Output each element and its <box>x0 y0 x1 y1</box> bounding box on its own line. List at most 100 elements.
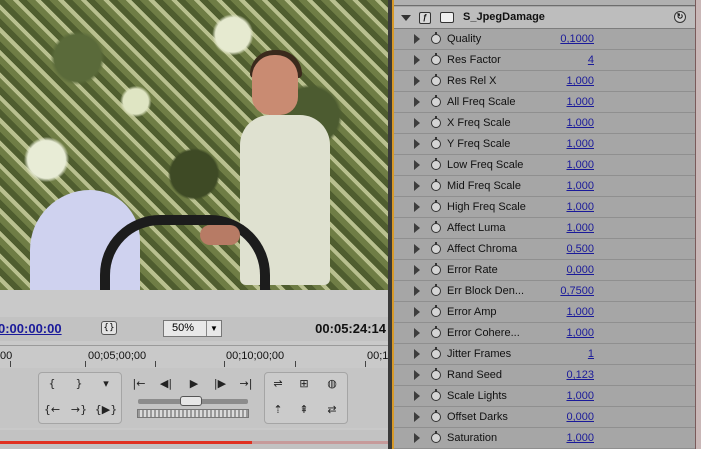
loop-icon[interactable]: ⇌ <box>266 374 290 394</box>
expand-triangle-icon[interactable] <box>414 391 420 401</box>
stopwatch-icon[interactable] <box>431 242 441 254</box>
lift-icon[interactable]: ⇡ <box>266 400 290 420</box>
expand-triangle-icon[interactable] <box>414 286 420 296</box>
param-value[interactable]: 1,000 <box>536 138 594 150</box>
param-value[interactable]: 1,000 <box>536 159 594 171</box>
param-row[interactable]: Quality 0,1000 <box>394 29 695 50</box>
expand-triangle-icon[interactable] <box>414 223 420 233</box>
go-to-out-point-icon[interactable]: →} <box>67 400 91 420</box>
param-row[interactable]: All Freq Scale 1,000 <box>394 92 695 113</box>
stopwatch-icon[interactable] <box>431 74 441 86</box>
set-in-point-icon[interactable]: { <box>40 374 64 394</box>
param-value[interactable]: 1,000 <box>536 201 594 213</box>
step-back-icon[interactable]: ◀| <box>154 374 178 394</box>
set-marker-icon[interactable]: ▾ <box>94 374 118 394</box>
param-value[interactable]: 1,000 <box>536 222 594 234</box>
stopwatch-icon[interactable] <box>431 179 441 191</box>
param-row[interactable]: Rand Seed 0,123 <box>394 365 695 386</box>
output-options-icon[interactable]: ◍ <box>320 374 344 394</box>
param-value[interactable]: 1,000 <box>536 96 594 108</box>
step-to-start-icon[interactable]: |← <box>127 374 151 394</box>
param-row[interactable]: Offset Darks 0,000 <box>394 407 695 428</box>
param-value[interactable]: 1 <box>536 348 594 360</box>
expand-triangle-icon[interactable] <box>414 412 420 422</box>
set-out-point-icon[interactable]: } <box>67 374 91 394</box>
expand-triangle-icon[interactable] <box>414 370 420 380</box>
param-row[interactable]: Error Cohere... 1,000 <box>394 323 695 344</box>
param-value[interactable]: 1,000 <box>536 306 594 318</box>
expand-triangle-icon[interactable] <box>414 55 420 65</box>
stopwatch-icon[interactable] <box>431 200 441 212</box>
param-value[interactable]: 0,000 <box>536 411 594 423</box>
stopwatch-icon[interactable] <box>431 95 441 107</box>
expand-triangle-icon[interactable] <box>414 34 420 44</box>
param-row[interactable]: High Freq Scale 1,000 <box>394 197 695 218</box>
play-in-to-out-icon[interactable]: {▶} <box>94 400 118 420</box>
stopwatch-icon[interactable] <box>431 53 441 65</box>
param-row[interactable]: Res Rel X 1,000 <box>394 71 695 92</box>
param-value[interactable]: 1,000 <box>536 75 594 87</box>
stopwatch-icon[interactable] <box>431 221 441 233</box>
param-row[interactable]: X Freq Scale 1,000 <box>394 113 695 134</box>
expand-triangle-icon[interactable] <box>414 307 420 317</box>
safe-margins-toggle-icon[interactable]: ⊞ <box>292 374 316 394</box>
param-row[interactable]: Saturation 1,000 <box>394 428 695 449</box>
reset-icon[interactable]: ↻ <box>674 11 686 23</box>
param-value[interactable]: 1,000 <box>536 180 594 192</box>
step-to-end-icon[interactable]: →| <box>234 374 258 394</box>
param-value[interactable]: 0,123 <box>536 369 594 381</box>
param-value[interactable]: 1,000 <box>536 117 594 129</box>
param-row[interactable]: Error Amp 1,000 <box>394 302 695 323</box>
param-row[interactable]: Y Freq Scale 1,000 <box>394 134 695 155</box>
param-value[interactable]: 0,7500 <box>536 285 594 297</box>
expand-triangle-icon[interactable] <box>414 160 420 170</box>
stopwatch-icon[interactable] <box>431 305 441 317</box>
current-timecode[interactable]: 0:00:00:00 <box>0 321 62 336</box>
expand-triangle-icon[interactable] <box>414 76 420 86</box>
param-value[interactable]: 0,000 <box>536 264 594 276</box>
param-value[interactable]: 0,500 <box>536 243 594 255</box>
export-frame-icon[interactable]: ⇄ <box>320 400 344 420</box>
stopwatch-icon[interactable] <box>431 410 441 422</box>
param-value[interactable]: 4 <box>536 54 594 66</box>
shuttle-slider-handle[interactable] <box>180 396 202 406</box>
expand-triangle-icon[interactable] <box>414 349 420 359</box>
stopwatch-icon[interactable] <box>431 158 441 170</box>
expand-triangle-icon[interactable] <box>414 181 420 191</box>
stopwatch-icon[interactable] <box>431 263 441 275</box>
stopwatch-icon[interactable] <box>431 284 441 296</box>
expand-triangle-icon[interactable] <box>414 139 420 149</box>
zoom-level-select[interactable]: 50% ▼ <box>163 320 222 337</box>
stopwatch-icon[interactable] <box>431 116 441 128</box>
param-value[interactable]: 1,000 <box>536 432 594 444</box>
param-row[interactable]: Low Freq Scale 1,000 <box>394 155 695 176</box>
stopwatch-icon[interactable] <box>431 32 441 44</box>
safe-margins-icon[interactable]: {} <box>101 321 117 335</box>
param-value[interactable]: 1,000 <box>536 327 594 339</box>
effect-header[interactable]: ƒ S_JpegDamage ↻ <box>394 7 695 29</box>
param-value[interactable]: 0,1000 <box>536 33 594 45</box>
extract-icon[interactable]: ⇞ <box>292 400 316 420</box>
param-row[interactable]: Res Factor 4 <box>394 50 695 71</box>
stopwatch-icon[interactable] <box>431 137 441 149</box>
param-row[interactable]: Mid Freq Scale 1,000 <box>394 176 695 197</box>
step-forward-icon[interactable]: |▶ <box>208 374 232 394</box>
param-row[interactable]: Affect Chroma 0,500 <box>394 239 695 260</box>
stopwatch-icon[interactable] <box>431 347 441 359</box>
expand-triangle-icon[interactable] <box>414 118 420 128</box>
play-icon[interactable]: ▶ <box>182 374 206 394</box>
param-row[interactable]: Err Block Den... 0,7500 <box>394 281 695 302</box>
expand-triangle-icon[interactable] <box>414 202 420 212</box>
stopwatch-icon[interactable] <box>431 326 441 338</box>
collapse-triangle-icon[interactable] <box>401 15 411 21</box>
jog-wheel[interactable] <box>137 409 249 418</box>
param-row[interactable]: Affect Luma 1,000 <box>394 218 695 239</box>
fx-toggle-icon[interactable]: ƒ <box>419 12 431 24</box>
stopwatch-icon[interactable] <box>431 368 441 380</box>
stopwatch-icon[interactable] <box>431 431 441 443</box>
expand-triangle-icon[interactable] <box>414 265 420 275</box>
time-ruler[interactable]: 00 00;05;00;00 00;10;00;00 00;1 <box>0 345 388 367</box>
expand-triangle-icon[interactable] <box>414 97 420 107</box>
stopwatch-icon[interactable] <box>431 389 441 401</box>
param-row[interactable]: Scale Lights 1,000 <box>394 386 695 407</box>
